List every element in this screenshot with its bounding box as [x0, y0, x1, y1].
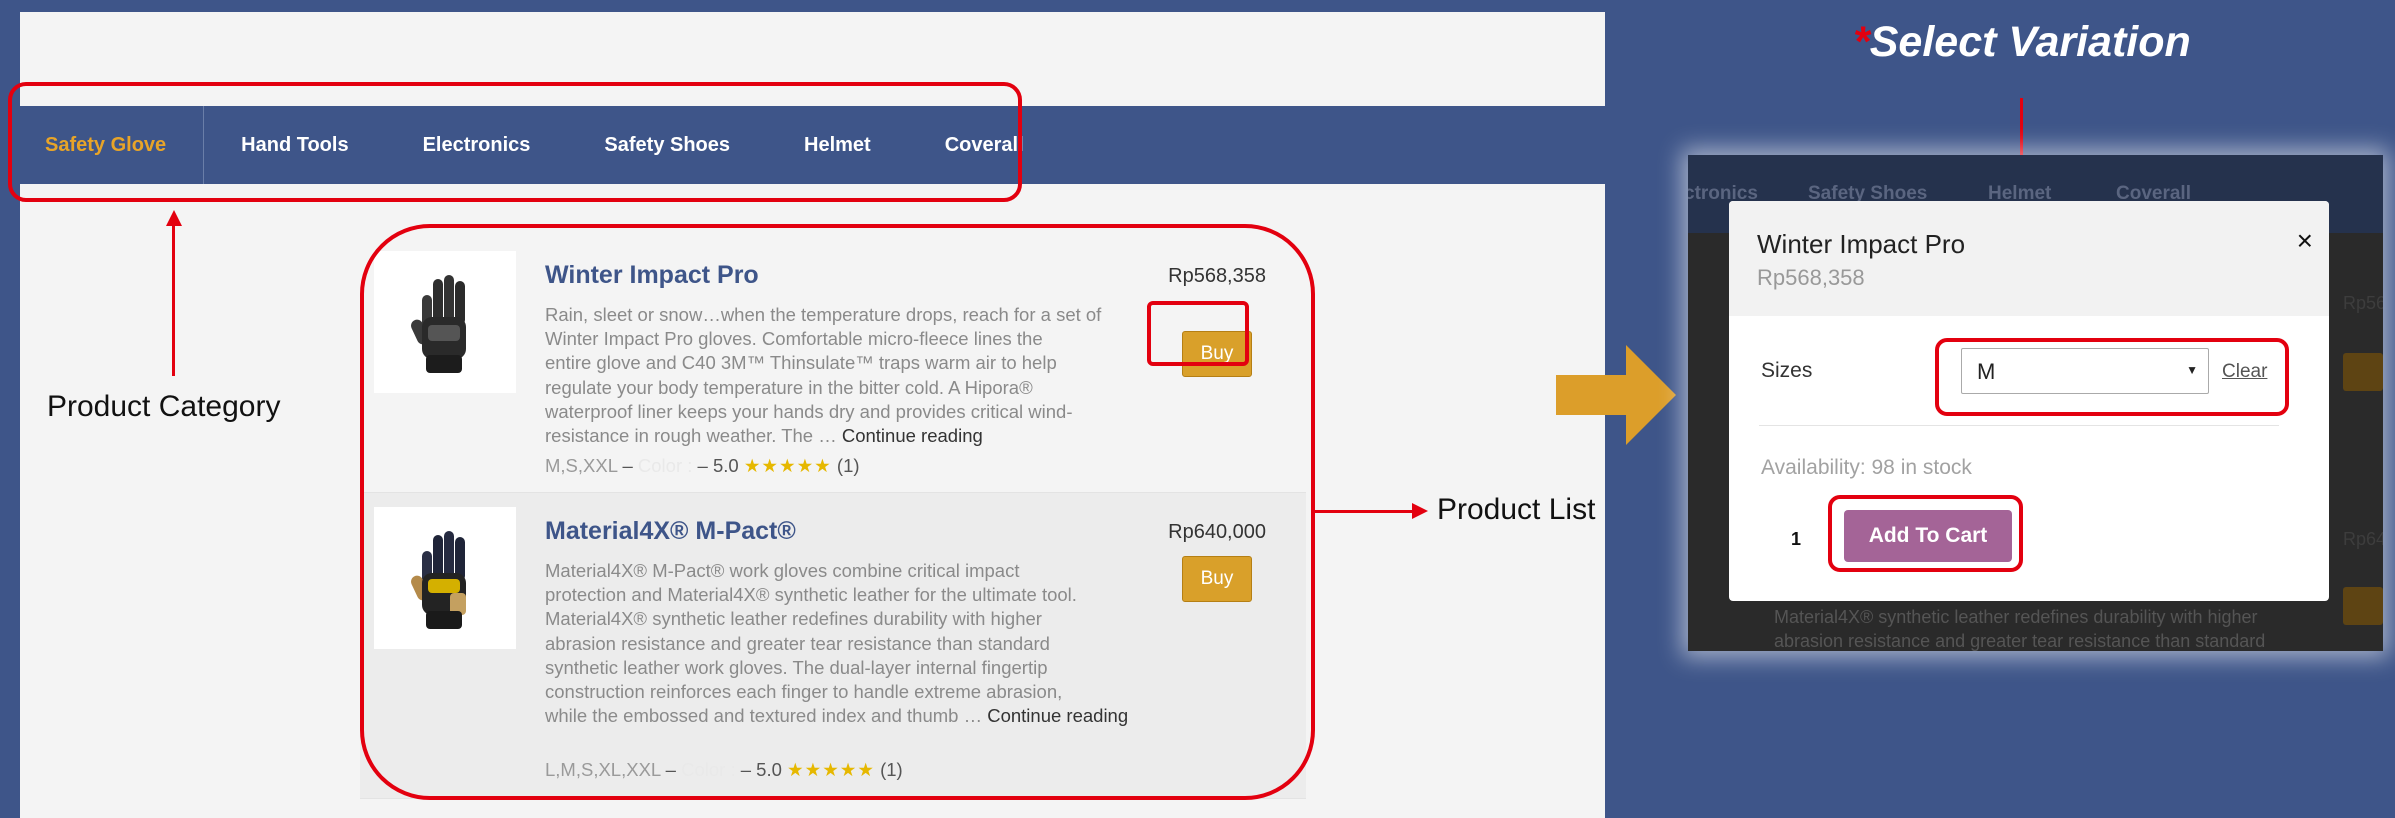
product-meta: M,S,XXL – Color : – 5.0 ★★★★★ (1) — [545, 455, 860, 476]
divider — [1759, 425, 2279, 426]
product-row: Material4X® M-Pact® Rp640,000 Buy Materi… — [360, 493, 1306, 799]
dimmed-price: Rp64 — [2343, 529, 2383, 549]
category-safety-glove[interactable]: Safety Glove — [20, 106, 205, 184]
product-sizes: M,S,XXL — [545, 455, 618, 476]
desc-line: synthetic leather work gloves. The dual-… — [545, 656, 1048, 678]
category-electronics[interactable]: Electronics — [386, 106, 568, 184]
modal-price: Rp568,358 — [1757, 265, 1865, 290]
product-sizes: L,M,S,XL,XXL — [545, 759, 661, 780]
glove-image-icon — [411, 275, 466, 373]
modal-title: Winter Impact Pro — [1757, 229, 1966, 259]
product-color-label: Color : — [681, 759, 736, 780]
product-rating: 5.0 — [756, 759, 782, 780]
dimmed-text: abrasion resistance and greater tear res… — [1774, 631, 2266, 651]
buy-button[interactable]: Buy — [1182, 331, 1252, 377]
desc-line: while the embossed and textured index an… — [545, 705, 983, 727]
product-thumbnail[interactable] — [374, 251, 516, 393]
desc-line: regulate your body temperature in the bi… — [545, 376, 1033, 398]
category-safety-shoes[interactable]: Safety Shoes — [567, 106, 767, 184]
product-rating: 5.0 — [712, 455, 739, 476]
product-color-label: Color : — [637, 455, 693, 476]
desc-line: Rain, sleet or snow…when the temperature… — [545, 304, 1102, 325]
sizes-label: Sizes — [1761, 359, 1813, 382]
dimmed-buy-button — [2343, 587, 2383, 625]
review-count: (1) — [880, 759, 903, 780]
continue-reading-link[interactable]: Continue reading — [987, 705, 1128, 726]
desc-line: abrasion resistance and greater tear res… — [545, 632, 1050, 654]
transition-arrow-icon — [1556, 345, 1676, 445]
product-price: Rp568,358 — [1168, 265, 1266, 287]
annotation-arrow-line — [1315, 510, 1421, 513]
product-title[interactable]: Winter Impact Pro — [545, 261, 759, 290]
product-list-label: Product List — [1437, 493, 1596, 526]
category-nav: Safety Glove Hand Tools Electronics Safe… — [20, 106, 1605, 184]
category-coverall[interactable]: Coverall — [908, 106, 1061, 184]
annotation-arrow-line — [172, 224, 175, 376]
availability-text: Availability: 98 in stock — [1761, 456, 1972, 479]
product-meta: L,M,S,XL,XXL – Color : – 5.0 ★★★★★ (1) — [545, 759, 903, 780]
glove-image-icon — [411, 531, 466, 629]
add-to-cart-button[interactable]: Add To Cart — [1844, 510, 2012, 562]
category-hand-tools[interactable]: Hand Tools — [204, 106, 385, 184]
dimmed-buy-button — [2343, 353, 2383, 391]
product-category-label: Product Category — [47, 390, 281, 423]
size-select[interactable]: M ▼ — [1961, 348, 2209, 394]
arrow-up-icon — [166, 210, 182, 226]
review-count: (1) — [836, 455, 860, 476]
desc-line: protection and Material4X® synthetic lea… — [545, 584, 1077, 606]
product-list: Winter Impact Pro Rp568,358 Buy Rain, sl… — [360, 237, 1306, 799]
selected-size: M — [1977, 359, 1996, 384]
desc-line: Material4X® M-Pact® work gloves combine … — [545, 560, 1020, 581]
desc-line: Material4X® synthetic leather redefines … — [545, 608, 1042, 630]
buy-button[interactable]: Buy — [1182, 556, 1252, 602]
continue-reading-link[interactable]: Continue reading — [842, 425, 983, 446]
desc-line: construction reinforces each finger to h… — [545, 681, 1063, 703]
dimmed-price: Rp56 — [2343, 293, 2383, 313]
product-price: Rp640,000 — [1168, 521, 1266, 543]
caret-down-icon: ▼ — [2186, 363, 2198, 377]
product-thumbnail[interactable] — [374, 507, 516, 649]
star-rating-icon: ★★★★★ — [743, 455, 832, 476]
desc-line: Winter Impact Pro gloves. Comfortable mi… — [545, 328, 1043, 350]
desc-line: resistance in rough weather. The … — [545, 425, 837, 447]
category-helmet[interactable]: Helmet — [767, 106, 908, 184]
clear-link[interactable]: Clear — [2222, 361, 2267, 383]
product-description: Material4X® M-Pact® work gloves combine … — [545, 559, 1135, 728]
arrow-right-icon — [1412, 503, 1428, 519]
product-description: Rain, sleet or snow…when the temperature… — [545, 303, 1135, 448]
quantity-input[interactable]: 1 — [1791, 529, 1801, 550]
product-title[interactable]: Material4X® M-Pact® — [545, 517, 796, 546]
desc-line: entire glove and C40 3M™ Thinsulate™ tra… — [545, 352, 1057, 374]
star-rating-icon: ★★★★★ — [787, 759, 875, 780]
dimmed-text: Material4X® synthetic leather redefines … — [1774, 607, 2258, 627]
variation-modal: Winter Impact Pro Rp568,358 × Sizes M ▼ … — [1729, 201, 2329, 601]
product-row: Winter Impact Pro Rp568,358 Buy Rain, sl… — [360, 237, 1306, 493]
select-variation-title: *Select Variation — [1853, 18, 2191, 66]
close-icon[interactable]: × — [2297, 225, 2313, 257]
variation-popup-screenshot: ctronics Safety Shoes Helmet Coverall Rp… — [1688, 155, 2383, 651]
desc-line: waterproof liner keeps your hands dry an… — [545, 400, 1073, 422]
